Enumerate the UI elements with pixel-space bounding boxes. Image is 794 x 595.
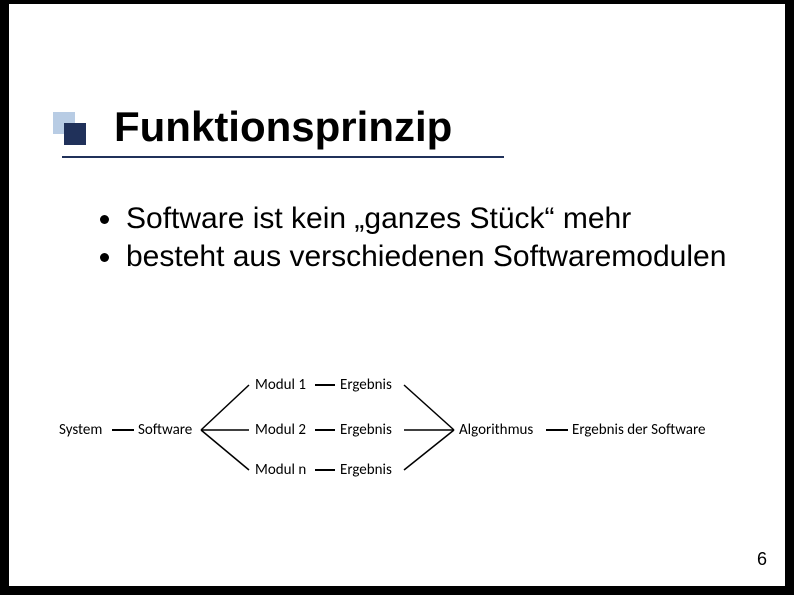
slide-title-wrap: Funktionsprinzip [114, 103, 452, 151]
title-marker-square-dark [64, 123, 86, 145]
diagram-connector [315, 384, 335, 386]
diagram-connector [112, 429, 134, 431]
diagram-node-result: Ergebnis [340, 421, 392, 439]
diagram-node-algorithm: Algorithmus [459, 421, 533, 439]
slide-body: Software ist kein „ganzes Stück“ mehr be… [94, 200, 734, 277]
diagram-node-system: System [59, 421, 102, 439]
diagram-node-final: Ergebnis der Software [572, 421, 705, 439]
slide: Funktionsprinzip Software ist kein „ganz… [9, 4, 785, 586]
title-underline [114, 156, 504, 158]
diagram-node-result: Ergebnis [340, 461, 392, 479]
diagram: System Software Modul 1 Modul 2 Modul n … [59, 374, 739, 484]
diagram-node-result: Ergebnis [340, 376, 392, 394]
diagram-connector [315, 429, 335, 431]
diagram-connector [546, 429, 568, 431]
diagram-fanout-icon [199, 377, 259, 477]
bullet-item: Software ist kein „ganzes Stück“ mehr [94, 200, 734, 238]
diagram-node-module: Modul n [255, 461, 306, 479]
diagram-node-module: Modul 2 [255, 421, 306, 439]
diagram-node-module: Modul 1 [255, 376, 306, 394]
title-short-rule [62, 156, 120, 158]
diagram-connector [315, 469, 335, 471]
diagram-node-software: Software [138, 421, 192, 439]
diagram-fanin-icon [399, 377, 459, 477]
page-number: 6 [757, 549, 767, 570]
bullet-item: besteht aus verschiedenen Softwaremodule… [94, 238, 734, 276]
slide-title: Funktionsprinzip [114, 103, 452, 151]
